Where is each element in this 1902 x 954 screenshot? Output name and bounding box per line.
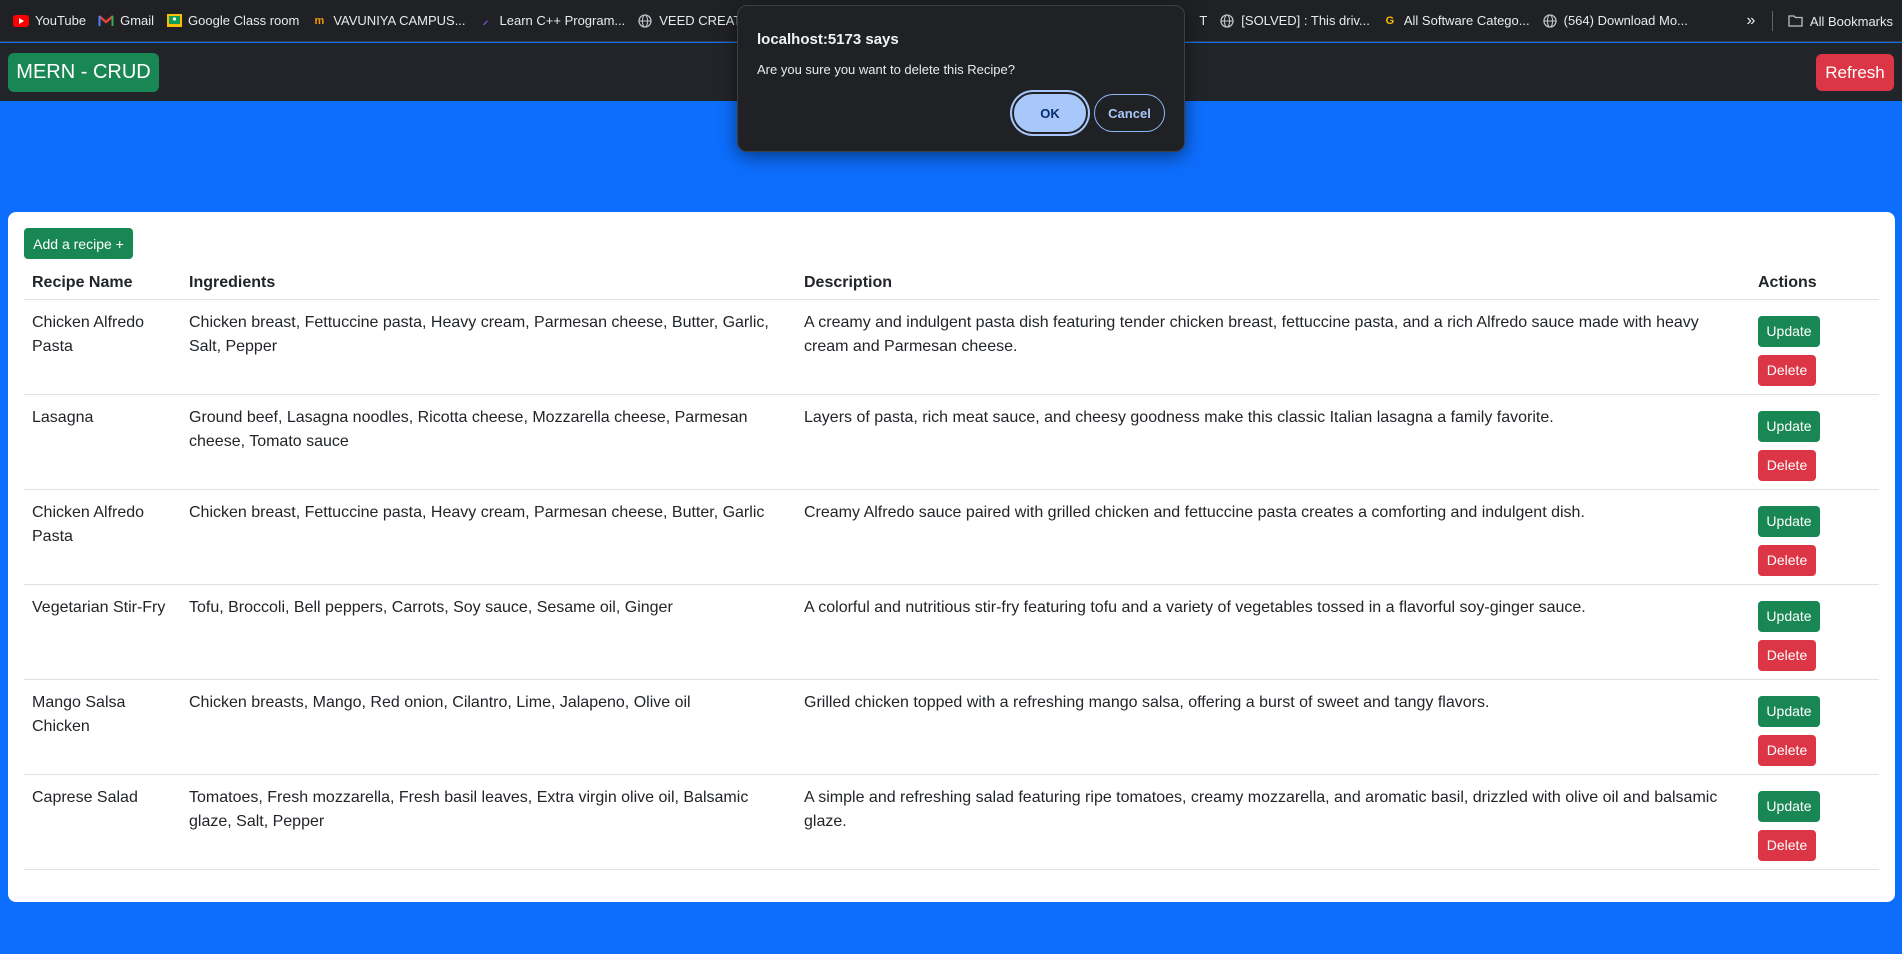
recipe-name: Chicken Alfredo Pasta <box>24 299 181 395</box>
cpp-icon: ⸝ <box>482 15 489 27</box>
update-button[interactable]: Update <box>1758 695 1820 727</box>
recipe-ingredients: Chicken breasts, Mango, Red onion, Cilan… <box>181 679 796 775</box>
refresh-button[interactable]: Refresh <box>1816 54 1894 91</box>
globe-icon <box>1219 13 1235 29</box>
recipe-ingredients: Chicken breast, Fettuccine pasta, Heavy … <box>181 489 796 585</box>
globe-icon <box>1542 13 1558 29</box>
table-row: Chicken Alfredo Pasta Chicken breast, Fe… <box>24 489 1879 585</box>
recipe-actions: Update Delete <box>1750 584 1879 680</box>
classroom-icon <box>166 13 182 29</box>
recipe-actions: Update Delete <box>1750 394 1879 490</box>
bookmark-learn-cpp[interactable]: ⸝ Learn C++ Program... <box>475 7 635 35</box>
divider <box>1771 11 1773 31</box>
header-description: Description <box>796 267 1750 300</box>
bookmark-label: Google Class room <box>188 13 300 28</box>
gmail-icon <box>98 13 114 29</box>
update-button[interactable]: Update <box>1758 410 1820 442</box>
recipe-actions: Update Delete <box>1750 299 1879 395</box>
delete-button[interactable]: Delete <box>1758 544 1816 576</box>
bookmark-all-software[interactable]: G All Software Catego... <box>1379 7 1539 35</box>
table-row: Chicken Alfredo Pasta Chicken breast, Fe… <box>24 299 1879 395</box>
recipes-table: Recipe Name Ingredients Description Acti… <box>24 267 1879 870</box>
youtube-icon <box>13 13 29 29</box>
bookmark-download[interactable]: (564) Download Mo... <box>1539 7 1697 35</box>
g-icon: G <box>1385 14 1395 27</box>
recipe-description: Layers of pasta, rich meat sauce, and ch… <box>796 394 1750 490</box>
recipe-name: Mango Salsa Chicken <box>24 679 181 775</box>
recipe-actions: Update Delete <box>1750 489 1879 585</box>
bookmark-vavuniya-campus[interactable]: m VAVUNIYA CAMPUS... <box>308 7 474 35</box>
bookmark-label: Learn C++ Program... <box>499 13 626 28</box>
recipe-ingredients: Tofu, Broccoli, Bell peppers, Carrots, S… <box>181 584 796 680</box>
delete-button[interactable]: Delete <box>1758 449 1816 481</box>
recipe-ingredients: Chicken breast, Fettuccine pasta, Heavy … <box>181 299 796 395</box>
delete-button[interactable]: Delete <box>1758 829 1816 861</box>
delete-button[interactable]: Delete <box>1758 354 1816 386</box>
globe-icon <box>637 13 653 29</box>
dialog-message: Are you sure you want to delete this Rec… <box>757 62 1015 77</box>
add-recipe-button[interactable]: Add a recipe + <box>24 228 133 259</box>
update-button[interactable]: Update <box>1758 790 1820 822</box>
recipe-name: Caprese Salad <box>24 774 181 870</box>
folder-icon <box>1788 13 1804 29</box>
bookmark-label: (564) Download Mo... <box>1563 13 1688 28</box>
recipe-name: Vegetarian Stir-Fry <box>24 584 181 680</box>
bookmark-label: All Software Catego... <box>1403 13 1530 28</box>
recipe-description: A colorful and nutritious stir-fry featu… <box>796 584 1750 680</box>
recipe-name: Chicken Alfredo Pasta <box>24 489 181 585</box>
bookmarks-right: » All Bookmarks <box>1731 0 1902 41</box>
bookmark-label: [SOLVED] : This driv... <box>1241 13 1370 28</box>
recipe-description: Creamy Alfredo sauce paired with grilled… <box>796 489 1750 585</box>
header-ingredients: Ingredients <box>181 267 796 300</box>
bookmark-partial[interactable]: T <box>1196 7 1216 35</box>
update-button[interactable]: Update <box>1758 600 1820 632</box>
update-button[interactable]: Update <box>1758 315 1820 347</box>
delete-button[interactable]: Delete <box>1758 639 1816 671</box>
all-bookmarks-label: All Bookmarks <box>1809 13 1893 29</box>
all-bookmarks[interactable]: All Bookmarks <box>1785 7 1902 35</box>
delete-button[interactable]: Delete <box>1758 734 1816 766</box>
bookmark-label: VAVUNIYA CAMPUS... <box>333 13 466 28</box>
table-row: Caprese Salad Tomatoes, Fresh mozzarella… <box>24 774 1879 870</box>
chevron-right-double-icon[interactable]: » <box>1740 12 1762 30</box>
ok-button[interactable]: OK <box>1014 94 1086 132</box>
dialog-title: localhost:5173 says <box>757 31 899 48</box>
recipe-description: A simple and refreshing salad featuring … <box>796 774 1750 870</box>
table-row: Vegetarian Stir-Fry Tofu, Broccoli, Bell… <box>24 584 1879 680</box>
bookmark-solved-driver[interactable]: [SOLVED] : This driv... <box>1216 7 1379 35</box>
recipe-ingredients: Ground beef, Lasagna noodles, Ricotta ch… <box>181 394 796 490</box>
cancel-button[interactable]: Cancel <box>1094 94 1165 132</box>
update-button[interactable]: Update <box>1758 505 1820 537</box>
recipes-card: Add a recipe + Recipe Name Ingredients D… <box>8 212 1895 902</box>
campus-icon: m <box>314 14 325 27</box>
table-row: Mango Salsa Chicken Chicken breasts, Man… <box>24 679 1879 775</box>
brand-button[interactable]: MERN - CRUD <box>8 53 159 92</box>
bookmark-google-classroom[interactable]: Google Class room <box>163 7 308 35</box>
table-header-row: Recipe Name Ingredients Description Acti… <box>24 267 1879 300</box>
header-actions: Actions <box>1750 267 1879 300</box>
bookmark-label: T <box>1199 13 1208 28</box>
bookmark-label: Gmail <box>120 13 155 28</box>
header-recipe-name: Recipe Name <box>24 267 181 300</box>
recipe-description: A creamy and indulgent pasta dish featur… <box>796 299 1750 395</box>
recipe-name: Lasagna <box>24 394 181 490</box>
bookmark-label: YouTube <box>35 13 87 28</box>
recipe-ingredients: Tomatoes, Fresh mozzarella, Fresh basil … <box>181 774 796 870</box>
bookmark-youtube[interactable]: YouTube <box>10 7 95 35</box>
recipe-actions: Update Delete <box>1750 774 1879 870</box>
bookmark-gmail[interactable]: Gmail <box>95 7 163 35</box>
recipe-actions: Update Delete <box>1750 679 1879 775</box>
table-row: Lasagna Ground beef, Lasagna noodles, Ri… <box>24 394 1879 490</box>
confirm-dialog: localhost:5173 says Are you sure you wan… <box>737 5 1185 152</box>
recipe-description: Grilled chicken topped with a refreshing… <box>796 679 1750 775</box>
